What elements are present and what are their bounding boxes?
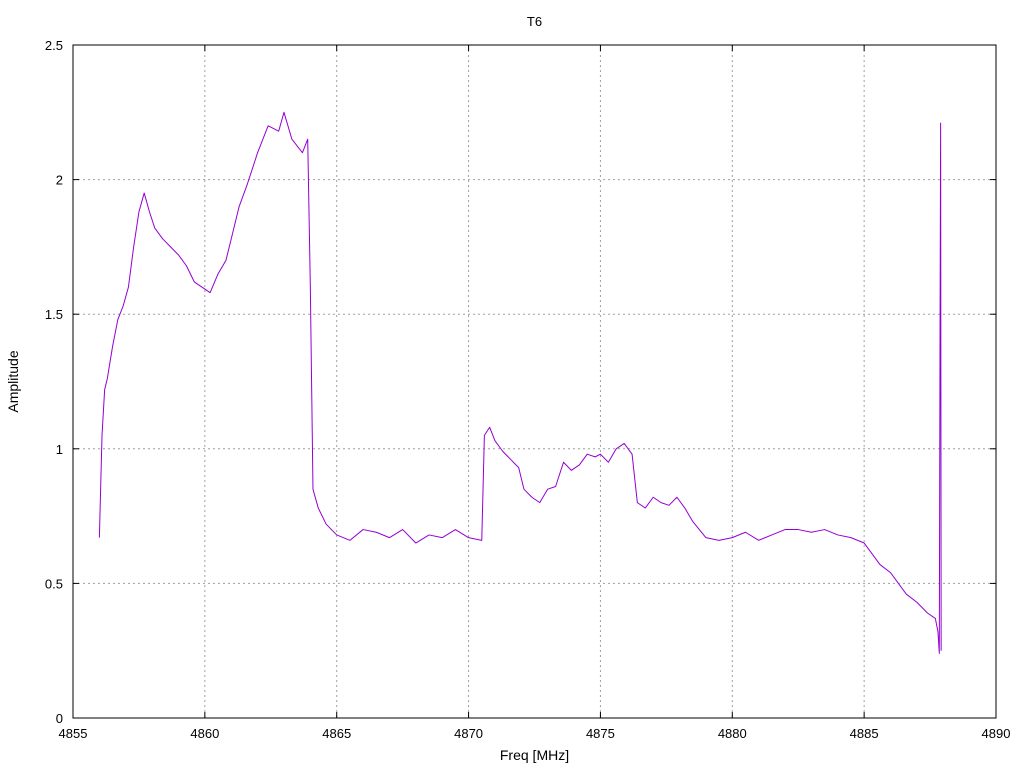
y-tick-label: 2	[56, 173, 63, 188]
grid	[73, 45, 996, 718]
y-tick-label: 2.5	[45, 38, 63, 53]
y-axis-label: Amplitude	[5, 350, 21, 412]
x-tick-label: 4860	[190, 726, 219, 741]
chart-title: T6	[527, 14, 542, 29]
y-tick-label: 0	[56, 711, 63, 726]
series-line	[98, 111, 942, 654]
axis-ticks: 4855 4860 4865 4870 4875 4880 4885 4890 0 0.5 1 1.5…	[45, 38, 1011, 741]
x-tick-label: 4885	[850, 726, 879, 741]
x-tick-label: 4865	[322, 726, 351, 741]
y-tick-label: 1	[56, 442, 63, 457]
y-tick-label: 1.5	[45, 307, 63, 322]
x-tick-label: 4855	[59, 726, 88, 741]
x-tick-label: 4880	[718, 726, 747, 741]
y-tick-label: 0.5	[45, 576, 63, 591]
x-tick-label: 4870	[454, 726, 483, 741]
chart: 4855 4860 4865 4870 4875 4880 4885 4890 0 0.5 1 1.5…	[5, 14, 1011, 763]
plot-frame	[72, 44, 997, 719]
x-tick-label: 4875	[586, 726, 615, 741]
x-axis-label: Freq [MHz]	[500, 747, 569, 763]
series-layer	[98, 111, 942, 654]
x-tick-label: 4890	[982, 726, 1011, 741]
